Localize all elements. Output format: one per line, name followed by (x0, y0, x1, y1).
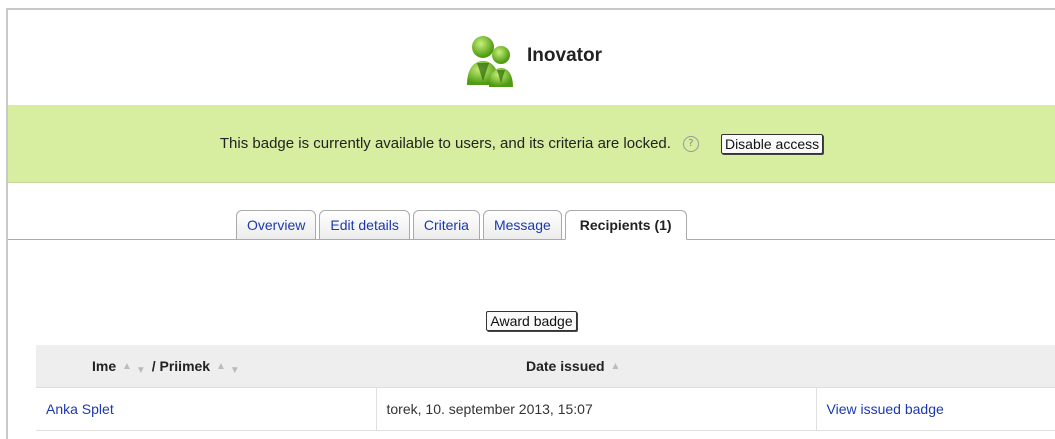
badge-title: Inovator (527, 44, 602, 66)
tab-message[interactable]: Message (482, 210, 562, 240)
tab-criteria[interactable]: Criteria (412, 210, 480, 240)
recipient-name-cell: Anka Splet (36, 387, 377, 431)
tab-edit-details[interactable]: Edit details (319, 210, 410, 240)
sort-asc-icon[interactable]: ▲ (216, 361, 226, 372)
tab-recipients[interactable]: Recipients (1) (564, 210, 687, 240)
tab-overview[interactable]: Overview (236, 210, 317, 240)
award-area: Award badge (8, 311, 1055, 331)
view-issued-badge-link[interactable]: View issued badge (827, 401, 944, 417)
action-cell: View issued badge (816, 387, 1055, 431)
sort-date-issued[interactable]: Date issued (526, 358, 605, 374)
action-column-header (816, 345, 1055, 388)
sort-desc-icon[interactable]: ▼ (136, 365, 146, 376)
page-frame: Inovator This badge is currently availab… (6, 8, 1055, 439)
sort-asc-icon[interactable]: ▲ (610, 361, 620, 372)
sort-asc-icon[interactable]: ▲ (122, 361, 132, 372)
recipient-name-link[interactable]: Anka Splet (46, 401, 114, 417)
badge-header: Inovator (8, 10, 1055, 106)
date-column-header: Date issued ▲ (376, 345, 816, 388)
status-notice: This badge is currently available to use… (8, 105, 1055, 183)
tab-bar: Overview Edit details Criteria Message R… (8, 200, 1055, 240)
table-row: Anka Splet torek, 10. september 2013, 15… (36, 387, 1055, 431)
sort-last-name[interactable]: Priimek (160, 358, 211, 374)
award-badge-button[interactable]: Award badge (486, 311, 577, 331)
disable-access-button[interactable]: Disable access (720, 133, 824, 154)
name-column-header: Ime ▲ ▼ / Priimek ▲ ▼ (36, 345, 376, 388)
notice-text: This badge is currently available to use… (219, 135, 671, 152)
sort-first-name[interactable]: Ime (92, 358, 116, 374)
header-separator: / (151, 358, 156, 374)
sort-desc-icon[interactable]: ▼ (230, 365, 240, 376)
recipients-table: Ime ▲ ▼ / Priimek ▲ ▼ Date issued ▲ Anka S… (36, 345, 1055, 431)
help-icon[interactable]: ? (682, 135, 699, 152)
date-issued-cell: torek, 10. september 2013, 15:07 (376, 387, 817, 431)
people-badge-icon (467, 35, 514, 87)
